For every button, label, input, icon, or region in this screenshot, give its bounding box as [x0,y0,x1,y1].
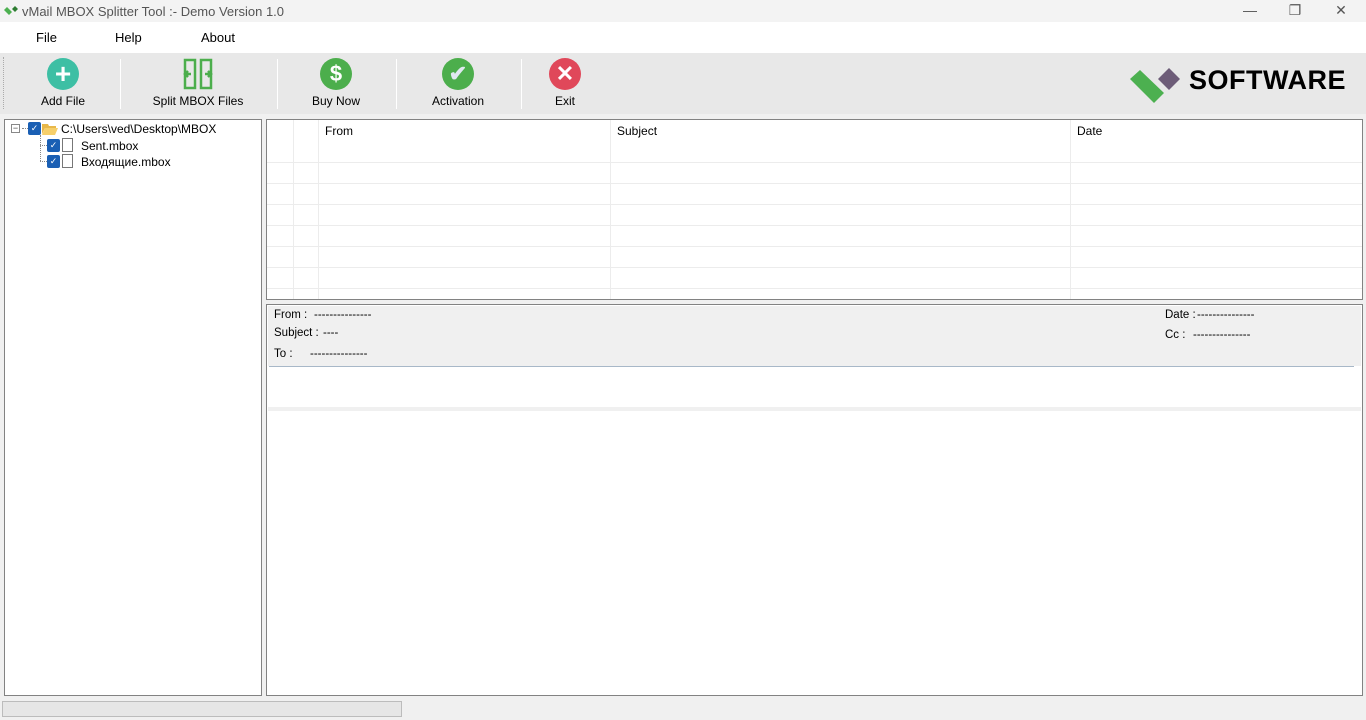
toolbar-grip [3,57,4,109]
collapse-toggle-icon[interactable]: − [11,124,20,133]
to-value: --------------- [310,348,368,360]
brand-logo-icon [1130,68,1180,103]
restore-button[interactable]: ❐ [1280,2,1310,20]
grid-line [267,246,1362,247]
to-label: To : [274,348,293,360]
checkmark-icon: ✔ [442,58,474,90]
column-header-date[interactable]: Date [1071,120,1362,142]
folder-open-icon [42,124,58,135]
grid-line [293,120,294,299]
divider [521,59,522,109]
folder-tree[interactable]: − ✓ C:\Users\ved\Desktop\MBOX ✓ Sent.mbo… [4,119,262,696]
activation-label: Activation [431,94,485,108]
tree-root-label[interactable]: C:\Users\ved\Desktop\MBOX [61,122,216,136]
exit-label: Exit [554,94,575,108]
item-checkbox[interactable]: ✓ [47,139,60,152]
subject-label: Subject : [274,327,319,339]
tree-line [40,161,47,162]
subject-value: ---- [323,327,339,339]
date-value: --------------- [1197,309,1255,321]
column-header[interactable] [267,120,294,142]
grid-line [318,120,319,299]
grid-line [1070,120,1071,299]
progress-bar [2,701,402,717]
add-file-label: Add File [40,94,86,108]
grid-line [267,225,1362,226]
column-header-subject[interactable]: Subject [611,120,1071,142]
cc-label: Cc : [1165,329,1186,341]
column-header[interactable] [294,120,319,142]
grid-line [267,183,1362,184]
app-logo-icon [4,6,18,15]
tree-item[interactable]: ✓ Входящие.mbox [40,153,270,169]
divider [120,59,121,109]
divider [277,59,278,109]
split-icon [183,58,213,90]
from-label: From : [274,309,308,321]
from-value: --------------- [314,309,372,321]
tree-item-label: Входящие.mbox [81,155,171,169]
menu-about[interactable]: About [201,30,235,45]
grid-line [267,288,1362,289]
add-file-button[interactable]: + Add File [33,57,93,109]
buy-label: Buy Now [311,94,361,108]
tree-item[interactable]: ✓ Sent.mbox [40,137,270,153]
menu-bar: File Help About [0,22,1366,53]
tree-item-label: Sent.mbox [81,139,139,153]
divider [396,59,397,109]
dollar-icon: $ [320,58,352,90]
menu-help[interactable]: Help [115,30,142,45]
cc-value: --------------- [1193,329,1251,341]
email-preview: From : --------------- Subject : ---- To… [266,304,1363,696]
x-icon: ✕ [549,58,581,90]
exit-button[interactable]: ✕ Exit [545,57,585,109]
close-button[interactable]: ✕ [1326,2,1356,20]
divider [269,366,1354,367]
title-bar: vMail MBOX Splitter Tool :- Demo Version… [0,0,1366,22]
split-mbox-button[interactable]: Split MBOX Files [148,57,248,109]
split-label: Split MBOX Files [152,94,244,108]
item-checkbox[interactable]: ✓ [47,155,60,168]
grid-line [267,204,1362,205]
file-icon [62,154,73,168]
plus-icon: + [47,58,79,90]
message-body[interactable] [268,411,1361,694]
grid-line [610,120,611,299]
menu-file[interactable]: File [36,30,57,45]
email-list-grid[interactable]: From Subject Date [266,119,1363,300]
minimize-button[interactable]: — [1235,2,1265,20]
date-label: Date : [1165,309,1196,321]
tree-line [40,145,47,146]
column-header-from[interactable]: From [319,120,611,142]
activation-button[interactable]: ✔ Activation [423,57,493,109]
root-checkbox[interactable]: ✓ [28,122,41,135]
grid-line [267,162,1362,163]
toolbar: + Add File Split MBOX Files $ Buy Now ✔ … [0,53,1366,114]
grid-line [267,267,1362,268]
buy-now-button[interactable]: $ Buy Now [306,57,366,109]
file-icon [62,138,73,152]
brand-logo-text: SOFTWARE [1189,65,1346,95]
window-title: vMail MBOX Splitter Tool :- Demo Version… [22,4,285,19]
